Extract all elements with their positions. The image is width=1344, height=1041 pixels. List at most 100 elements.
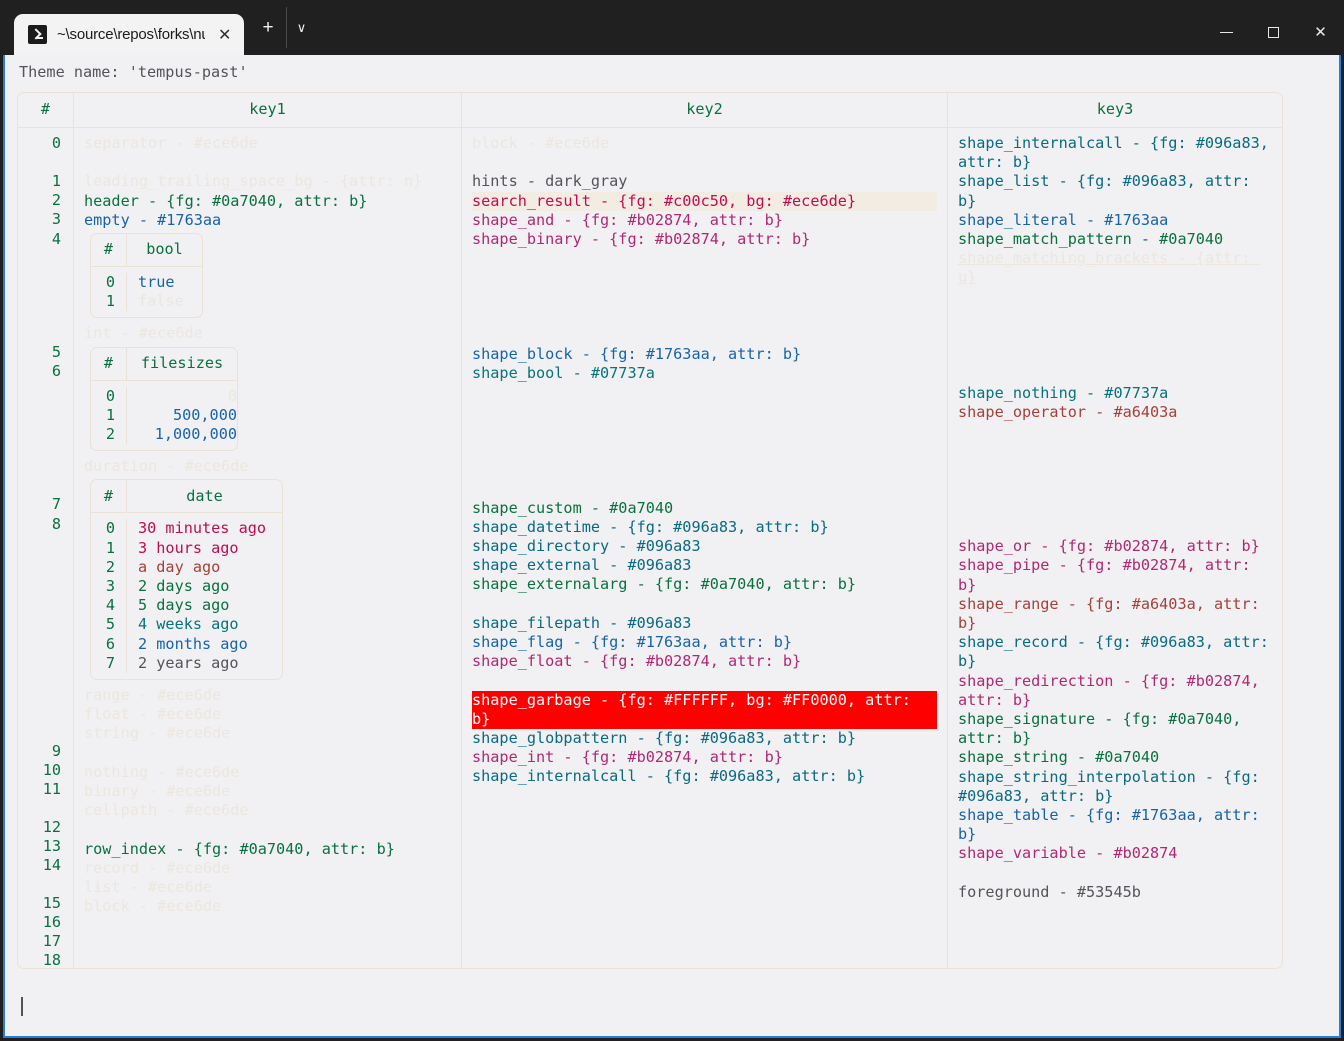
nested-table-date: # date 01234567 30 minutes ago 3 hours ag…: [90, 479, 283, 681]
theme-entry-line: foreground - #53545b: [958, 882, 1141, 901]
nested-date-index-col: 01234567: [91, 519, 127, 674]
row-index: 12: [42, 818, 61, 836]
theme-entry-line: shape_variable - #b02874: [958, 844, 1178, 863]
row-index: 13: [42, 837, 61, 855]
nested-date-value-col: 30 minutes ago 3 hours ago a day ago 2 days…: [127, 519, 282, 673]
row-index: 1: [51, 172, 61, 190]
chevron-down-icon[interactable]: ∨: [286, 7, 316, 48]
theme-entry-line: shape_string_interpolation - {fg: #096a8…: [958, 767, 1269, 805]
key2-lines-bottom: shape_directory - #096a83 shape_external …: [472, 537, 937, 787]
nested-row-value: 500,000: [172, 405, 237, 424]
theme-entry-line: shape_table - {fg: #1763aa, attr: b}: [958, 805, 1269, 844]
theme-entry-line: shape_literal - #1763aa: [958, 210, 1169, 229]
key1-lines-bottom: range - #ece6de float - #ece6de string - #…: [84, 686, 451, 916]
nested-row-index: 4: [105, 596, 115, 615]
theme-entry-line: block - #ece6de: [84, 897, 222, 916]
theme-entry-line: shape_globpattern - {fg: #096a83, attr: …: [472, 729, 857, 748]
nested-filesizes-header-col: filesizes: [140, 354, 224, 372]
theme-name-line: Theme name: 'tempus-past': [19, 63, 248, 81]
nested-table-filesizes: # filesizes 012 0 500,000 1,000,000: [90, 346, 238, 452]
row-index: 2: [51, 191, 61, 209]
nested-row-index: 0: [105, 273, 115, 291]
minimize-button[interactable]: [1203, 9, 1250, 55]
nested-filesizes-header: # filesizes: [91, 347, 237, 381]
new-tab-button[interactable]: +: [250, 7, 286, 48]
nested-filesizes-index-col: 012: [91, 386, 127, 445]
nested-bool-body: 01 true false: [91, 267, 202, 317]
theme-entry-line: shape_directory - #096a83: [472, 537, 701, 556]
close-window-button[interactable]: ✕: [1297, 9, 1344, 55]
theme-entry-line: shape_redirection - {fg: #b02874, attr: …: [958, 671, 1269, 709]
theme-entry-line: shape_and - {fg: #b02874, attr: b}: [472, 210, 783, 229]
nested-filesizes-body: 012 0 500,000 1,000,000: [91, 381, 237, 451]
nested-row-index: 0: [105, 519, 115, 538]
row-index-column: 0 1 2 3 4 5 6 7 8 9 10 11 12 13 14 15 16 17 18: [18, 128, 74, 969]
theme-entry-line: shape_operator - #a6403a: [958, 402, 1178, 421]
theme-entry-line: shape_bool - #07737a: [472, 364, 655, 383]
theme-entry-line: shape_datetime - {fg: #096a83, attr: b}: [472, 517, 829, 536]
theme-entry-line: shape_custom - #0a7040: [472, 498, 674, 517]
theme-entry-line: list - #ece6de: [84, 878, 213, 897]
theme-entry-line: binary - #ece6de: [84, 782, 231, 801]
key2-lines-top: block - #ece6de hints - dark_gray search_r…: [472, 134, 937, 537]
theme-entry-line: separator - #ece6de: [84, 134, 258, 152]
row-index: 15: [42, 894, 61, 912]
nested-bool-index-col: 01: [91, 273, 127, 312]
row-index: 0: [51, 134, 61, 152]
nested-row-value: a day ago: [138, 557, 221, 576]
cell-key3: shape_internalcall - {fg: #096a83, attr:…: [948, 128, 1282, 968]
nested-row-index: 1: [105, 292, 115, 311]
theme-entry-line: empty - #1763aa: [84, 210, 222, 229]
nested-row-value: 30 minutes ago: [138, 519, 267, 538]
maximize-button[interactable]: [1250, 9, 1297, 55]
nested-row-value: 2 days ago: [138, 577, 230, 596]
header-index: #: [18, 93, 74, 127]
header-key1: key1: [74, 93, 462, 127]
theme-entry-line: shape_float - {fg: #b02874, attr: b}: [472, 652, 802, 671]
theme-table: # key1 key2 key3 0 1 2 3 4 5 6 7 8 9 10 11 12 13 14 15 1…: [17, 92, 1283, 969]
nested-row-index: 2: [105, 425, 115, 444]
nested-bool-value-col: true false: [127, 273, 184, 311]
nested-row-value: 4 weeks ago: [138, 615, 239, 634]
close-icon[interactable]: ✕: [215, 23, 234, 47]
nested-row-index: 5: [105, 615, 115, 634]
nested-row-index: 2: [105, 557, 115, 576]
theme-entry-line: shape_string - #0a7040: [958, 748, 1160, 767]
nested-row-value: true: [138, 273, 175, 291]
theme-entry-line: shape_matching_brackets - {attr: u}: [958, 249, 1260, 287]
nested-row-value: 1,000,000: [154, 425, 237, 444]
row-index: 10: [42, 761, 61, 779]
row-index: 11: [42, 780, 61, 798]
theme-entry-line: shape_internalcall - {fg: #096a83, attr:…: [472, 767, 866, 786]
nested-row-index: 3: [105, 577, 115, 596]
nested-table-bool: # bool 01 true false: [90, 233, 203, 319]
terminal-content[interactable]: Theme name: 'tempus-past' # key1 key2 ke…: [3, 55, 1341, 1038]
header-key2: key2: [462, 93, 948, 127]
nested-row-value: 0: [227, 386, 237, 405]
row-index: 6: [51, 362, 61, 380]
theme-entry-line: shape_internalcall - {fg: #096a83, attr:…: [958, 134, 1279, 172]
powershell-icon: [28, 25, 47, 44]
tab-active[interactable]: ~\source\repos\forks\nu_scrip ✕: [14, 14, 244, 55]
theme-entry-line: row_index - {fg: #0a7040, attr: b}: [84, 839, 395, 858]
row-index: 17: [42, 932, 61, 950]
